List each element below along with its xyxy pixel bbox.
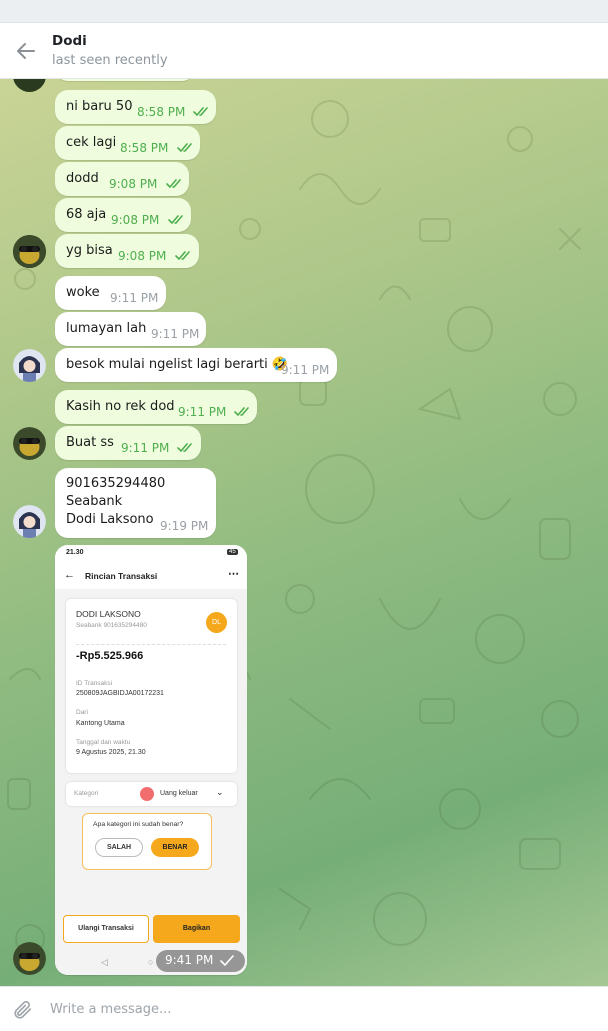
- photo-time-badge: 9:41 PM: [156, 950, 245, 972]
- category-question: Apa kategori ini sudah benar?: [93, 821, 184, 828]
- chat-header: Dodi last seen recently: [0, 23, 608, 79]
- message-text: Kasih no rek dod: [66, 399, 175, 414]
- category-label: Kategori: [74, 790, 99, 797]
- message-text: woke: [66, 285, 100, 300]
- message-time: 9:08 PM: [109, 177, 158, 191]
- recipient-name: DODI LAKSONO: [76, 609, 141, 619]
- paperclip-icon[interactable]: [12, 999, 34, 1021]
- message-text: besok mulai ngelist lagi berarti 🤣: [66, 357, 289, 372]
- message-bubble[interactable]: 901635294480 Seabank Dodi Laksono 9:19 P…: [55, 468, 216, 538]
- nav-back-icon: ◁: [101, 957, 108, 967]
- double-check-icon: [166, 179, 181, 188]
- message-time: 9:11 PM: [121, 441, 170, 455]
- message-time: 9:11 PM: [151, 327, 200, 341]
- message-bubble-partial[interactable]: [55, 79, 195, 81]
- chat-title[interactable]: Dodi: [52, 33, 87, 49]
- statusbar-time: 21.30: [66, 549, 84, 556]
- message-text: Buat ss: [66, 435, 114, 450]
- message-bubble[interactable]: besok mulai ngelist lagi berarti 🤣 9:11 …: [55, 348, 337, 382]
- from-value: Kantong Utama: [76, 720, 125, 727]
- message-text: lumayan lah: [66, 321, 147, 336]
- photo-message[interactable]: 21.30 45 ← Rincian Transaksi ⋯ DODI LAKS…: [55, 545, 247, 975]
- message-text: 901635294480 Seabank Dodi Laksono: [66, 476, 166, 527]
- id-label: ID Transaksi: [76, 680, 113, 687]
- avatar-user[interactable]: [13, 349, 46, 382]
- recipient-avatar: DL: [206, 612, 227, 633]
- double-check-icon: [168, 215, 183, 224]
- double-check-icon: [175, 251, 190, 260]
- message-text: yg bisa: [66, 243, 113, 258]
- message-time: 9:11 PM: [110, 291, 159, 305]
- message-time: 9:19 PM: [160, 519, 209, 533]
- battery-icon: 45: [227, 549, 238, 555]
- window-top-strip: [0, 0, 608, 23]
- message-time: 8:58 PM: [137, 105, 186, 119]
- message-bubble[interactable]: Buat ss 9:11 PM: [55, 426, 201, 460]
- message-text: dodd: [66, 171, 99, 186]
- avatar-user[interactable]: [13, 505, 46, 538]
- message-bubble[interactable]: woke 9:11 PM: [55, 276, 166, 310]
- double-check-icon: [193, 107, 208, 116]
- share-button: Bagikan: [153, 915, 240, 943]
- amount: -Rp5.525.966: [76, 650, 144, 662]
- message-time: 9:11 PM: [281, 363, 330, 377]
- message-time: 9:11 PM: [178, 405, 227, 419]
- category-value: Uang keluar: [160, 790, 198, 797]
- message-bubble[interactable]: dodd 9:08 PM: [55, 162, 189, 196]
- message-bubble[interactable]: Kasih no rek dod 9:11 PM: [55, 390, 257, 424]
- message-time: 9:08 PM: [118, 249, 167, 263]
- message-input[interactable]: [50, 997, 570, 1021]
- repeat-transaction-button: Ulangi Transaksi: [63, 915, 149, 943]
- screen-title: Rincian Transaksi: [85, 571, 158, 581]
- date-value: 9 Agustus 2025, 21.30: [76, 749, 146, 756]
- wrong-button: SALAH: [95, 838, 143, 857]
- transaction-screenshot: 21.30 45 ← Rincian Transaksi ⋯ DODI LAKS…: [55, 545, 247, 975]
- double-check-icon: [177, 143, 192, 152]
- message-text: 68 aja: [66, 207, 107, 222]
- nav-home-icon: ○: [148, 957, 154, 967]
- message-time: 9:08 PM: [111, 213, 160, 227]
- id-value: 250809JAGBIDJA00172231: [76, 690, 164, 697]
- chevron-down-icon: ⌄: [216, 787, 224, 797]
- chat-status: last seen recently: [52, 53, 168, 68]
- from-label: Dari: [76, 709, 88, 716]
- message-bubble[interactable]: lumayan lah 9:11 PM: [55, 312, 206, 346]
- correct-button: BENAR: [151, 838, 199, 857]
- message-text: ni baru 50: [66, 99, 133, 114]
- double-check-icon: [234, 407, 249, 416]
- recipient-account: Seabank 901635294480: [76, 622, 147, 629]
- message-bubble[interactable]: yg bisa 9:08 PM: [55, 234, 199, 268]
- message-list[interactable]: ni baru 50 8:58 PM cek lagi 8:58 PM dodd…: [0, 79, 608, 986]
- message-time: 9:41 PM: [165, 953, 214, 967]
- more-icon: ⋯: [228, 568, 239, 580]
- category-icon: [140, 787, 154, 801]
- message-time: 8:58 PM: [120, 141, 169, 155]
- avatar-dodi[interactable]: [13, 235, 46, 268]
- message-bubble[interactable]: ni baru 50 8:58 PM: [55, 90, 216, 124]
- check-icon: [220, 955, 234, 966]
- avatar-dodi[interactable]: [13, 427, 46, 460]
- message-composer: [0, 986, 608, 1031]
- arrow-left-icon[interactable]: [14, 39, 38, 63]
- date-label: Tanggal dan waktu: [76, 739, 131, 746]
- avatar-dodi[interactable]: [13, 942, 46, 975]
- message-bubble[interactable]: cek lagi 8:58 PM: [55, 126, 200, 160]
- arrow-left-icon: ←: [64, 569, 75, 581]
- double-check-icon: [177, 443, 192, 452]
- message-text: cek lagi: [66, 135, 117, 150]
- message-bubble[interactable]: 68 aja 9:08 PM: [55, 198, 191, 232]
